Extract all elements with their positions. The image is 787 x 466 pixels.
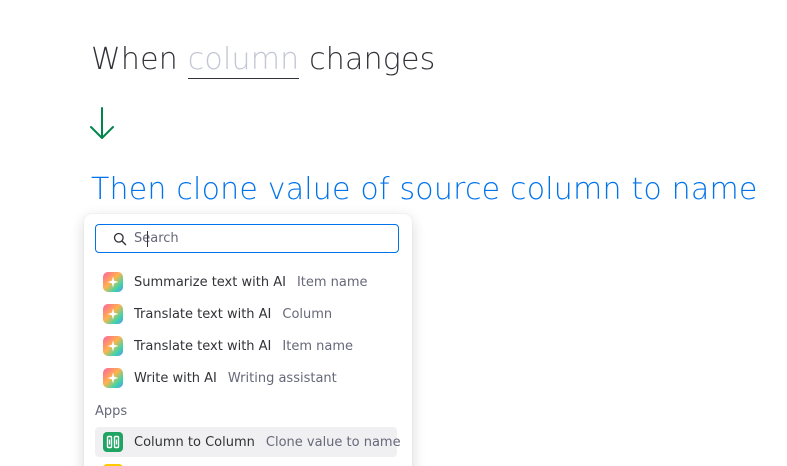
list-item-title: Write with AI bbox=[134, 370, 217, 386]
search-input[interactable] bbox=[134, 231, 374, 246]
trigger-sentence: When column changes bbox=[91, 42, 436, 79]
ai-sparkle-icon bbox=[103, 272, 123, 292]
column-to-column-app-icon bbox=[103, 432, 123, 452]
list-item-summarize-ai[interactable]: Summarize text with AI Item name bbox=[95, 267, 397, 297]
list-item-subtitle: Clone value to name bbox=[265, 434, 401, 450]
search-box[interactable] bbox=[95, 224, 399, 253]
ai-sparkle-icon bbox=[103, 304, 123, 324]
automation-editor: When column changes Then clone value of … bbox=[0, 0, 787, 466]
list-item-title: Summarize text with AI bbox=[134, 274, 286, 290]
search-icon bbox=[113, 232, 127, 245]
action-dropdown: Summarize text with AI Item name Transla… bbox=[84, 214, 412, 466]
text-cursor bbox=[147, 231, 148, 247]
list-item-title: Translate text with AI bbox=[134, 306, 272, 322]
apps-section-label: Apps bbox=[95, 404, 128, 419]
action-sentence[interactable]: Then clone value of source column to nam… bbox=[91, 172, 758, 207]
ai-sparkle-icon bbox=[103, 336, 123, 356]
list-item-translate-ai-item-name[interactable]: Translate text with AI Item name bbox=[95, 331, 397, 361]
list-item-translate-ai-column[interactable]: Translate text with AI Column bbox=[95, 299, 397, 329]
list-item-subtitle: Writing assistant bbox=[227, 370, 337, 386]
list-item-column-to-column[interactable]: Column to Column Clone value to name bbox=[95, 427, 401, 457]
list-item-subtitle: Item name bbox=[296, 274, 368, 290]
list-item-write-ai[interactable]: Write with AI Writing assistant bbox=[95, 363, 397, 393]
ai-sparkle-icon bbox=[103, 368, 123, 388]
trigger-suffix: changes bbox=[309, 42, 436, 77]
list-item-subtitle: Item name bbox=[282, 338, 353, 354]
list-item-subtitle: Column bbox=[282, 306, 333, 322]
arrow-down-icon bbox=[90, 107, 114, 139]
column-placeholder-field[interactable]: column bbox=[187, 44, 300, 79]
list-item-title: Translate text with AI bbox=[134, 338, 272, 354]
trigger-prefix: When bbox=[91, 42, 178, 77]
list-item-title: Column to Column bbox=[134, 434, 255, 450]
